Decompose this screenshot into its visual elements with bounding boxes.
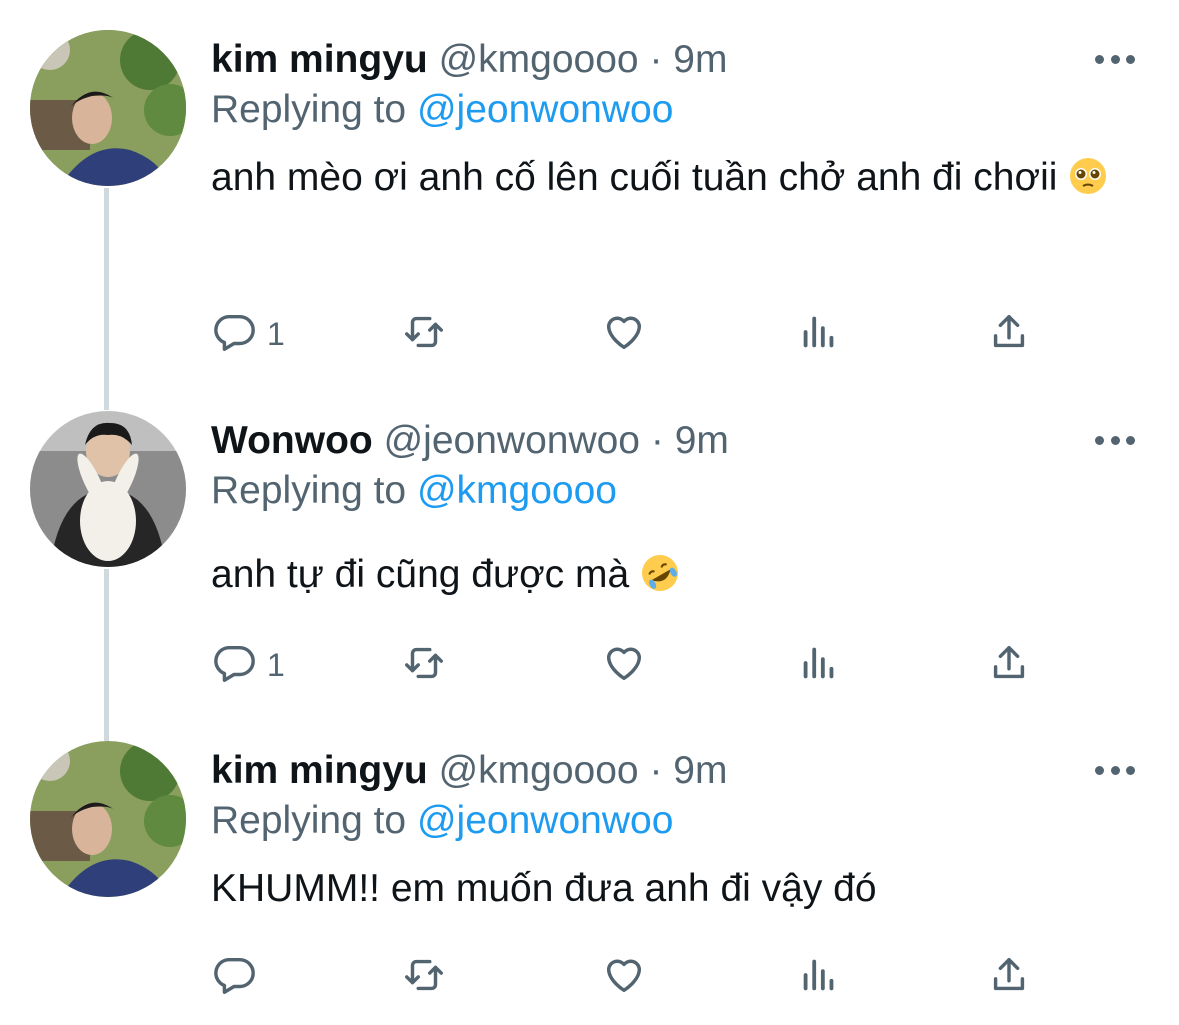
- analytics-icon: [796, 640, 842, 691]
- reply-button[interactable]: 1: [211, 637, 285, 693]
- separator-dot: ·: [649, 38, 663, 81]
- retweet-button[interactable]: [401, 949, 447, 1005]
- replying-prefix: Replying to: [211, 469, 407, 512]
- tweet-actions: 1: [211, 306, 1041, 362]
- mention-link[interactable]: @jeonwonwoo: [417, 799, 673, 842]
- share-icon: [986, 309, 1032, 360]
- retweet-button[interactable]: [401, 306, 447, 362]
- avatar[interactable]: [30, 411, 186, 567]
- reply-icon: [211, 640, 257, 691]
- analytics-icon: [796, 309, 842, 360]
- like-icon: [601, 640, 647, 691]
- timestamp[interactable]: 9m: [673, 38, 727, 81]
- reply-button[interactable]: 1: [211, 306, 285, 362]
- tweet-actions: [211, 949, 1041, 1005]
- tweet-actions: 1: [211, 637, 1041, 693]
- share-button[interactable]: [986, 637, 1032, 693]
- like-button[interactable]: [601, 637, 647, 693]
- retweet-icon: [401, 640, 447, 691]
- reply-count: 1: [267, 315, 285, 352]
- tweet-text-content: anh tự đi cũng được mà: [211, 553, 630, 596]
- like-icon: [601, 309, 647, 360]
- display-name[interactable]: Wonwoo: [211, 419, 373, 462]
- share-button[interactable]: [986, 949, 1032, 1005]
- analytics-button[interactable]: [796, 949, 842, 1005]
- timestamp[interactable]: 9m: [675, 419, 729, 462]
- timestamp[interactable]: 9m: [673, 749, 727, 792]
- analytics-button[interactable]: [796, 637, 842, 693]
- display-name[interactable]: kim mingyu: [211, 749, 428, 792]
- share-icon: [986, 640, 1032, 691]
- avatar[interactable]: [30, 741, 186, 897]
- mention-link[interactable]: @jeonwonwoo: [417, 88, 673, 131]
- share-icon: [986, 952, 1032, 1003]
- more-icon[interactable]: [1095, 759, 1135, 781]
- retweet-icon: [401, 309, 447, 360]
- tweet-header: Wonwoo @jeonwonwoo · 9m: [211, 411, 729, 471]
- handle[interactable]: @kmgoooo: [439, 38, 639, 81]
- like-button[interactable]: [601, 306, 647, 362]
- share-button[interactable]: [986, 306, 1032, 362]
- analytics-icon: [796, 952, 842, 1003]
- tweet-text: anh tự đi cũng được mà: [211, 543, 1111, 613]
- like-button[interactable]: [601, 949, 647, 1005]
- replying-to: Replying to @jeonwonwoo: [211, 793, 673, 849]
- tweet[interactable]: kim mingyu @kmgoooo · 9m Replying to @je…: [0, 741, 1179, 1025]
- handle[interactable]: @kmgoooo: [439, 749, 639, 792]
- replying-prefix: Replying to: [211, 88, 407, 131]
- reply-icon: [211, 309, 257, 360]
- reply-button[interactable]: [211, 949, 257, 1005]
- mention-link[interactable]: @kmgoooo: [417, 469, 617, 512]
- retweet-icon: [401, 952, 447, 1003]
- tweet-text: KHUMM!! em muốn đưa anh đi vậy đó: [211, 857, 1111, 921]
- tweet-text: anh mèo ơi anh cố lên cuối tuần chở anh …: [211, 146, 1111, 216]
- tweet[interactable]: Wonwoo @jeonwonwoo · 9m Replying to @kmg…: [0, 411, 1179, 711]
- tweet-text-content: anh mèo ơi anh cố lên cuối tuần chở anh …: [211, 156, 1058, 199]
- handle[interactable]: @jeonwonwoo: [384, 419, 640, 462]
- tweet-header: kim mingyu @kmgoooo · 9m: [211, 30, 727, 90]
- reply-count: 1: [267, 646, 285, 683]
- tweet-header: kim mingyu @kmgoooo · 9m: [211, 741, 727, 801]
- display-name[interactable]: kim mingyu: [211, 38, 428, 81]
- rolling-on-floor-laughing-emoji: [640, 549, 680, 613]
- avatar[interactable]: [30, 30, 186, 186]
- tweet-text-content: KHUMM!! em muốn đưa anh đi vậy đó: [211, 867, 877, 910]
- like-icon: [601, 952, 647, 1003]
- more-icon[interactable]: [1095, 48, 1135, 70]
- analytics-button[interactable]: [796, 306, 842, 362]
- retweet-button[interactable]: [401, 637, 447, 693]
- pleading-face-emoji: [1068, 152, 1108, 216]
- replying-to: Replying to @kmgoooo: [211, 463, 617, 519]
- reply-icon: [211, 952, 257, 1003]
- separator-dot: ·: [650, 419, 664, 462]
- tweet[interactable]: kim mingyu @kmgoooo · 9m Replying to @je…: [0, 30, 1179, 370]
- more-icon[interactable]: [1095, 429, 1135, 451]
- replying-prefix: Replying to: [211, 799, 407, 842]
- replying-to: Replying to @jeonwonwoo: [211, 82, 673, 138]
- separator-dot: ·: [649, 749, 663, 792]
